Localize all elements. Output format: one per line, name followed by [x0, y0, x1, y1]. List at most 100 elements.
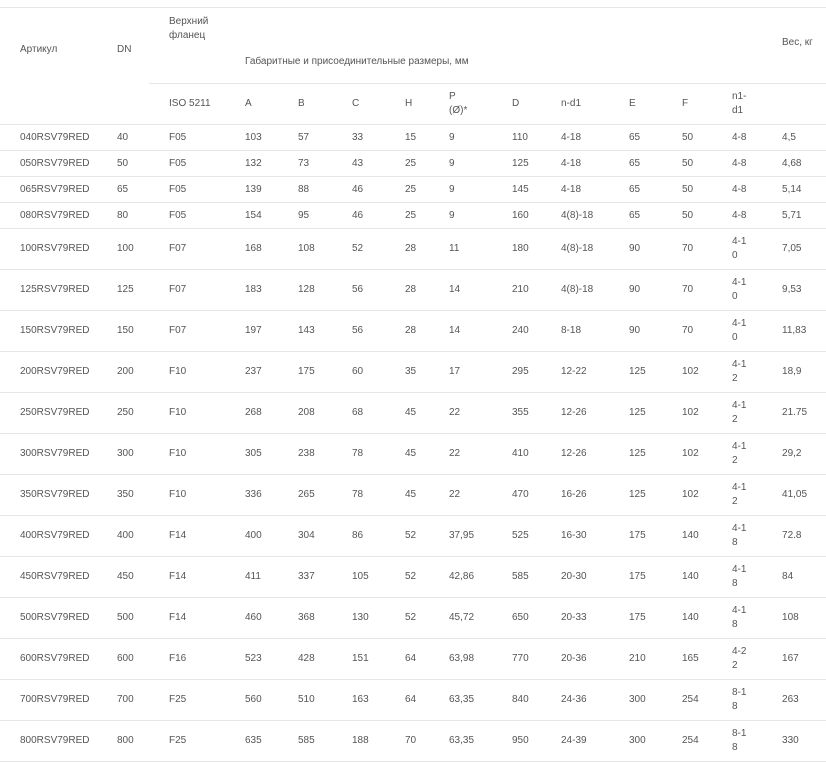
cell-nd1: 12-26	[541, 433, 609, 475]
cell-f: 140	[662, 597, 712, 639]
cell-d: 585	[492, 556, 541, 598]
cell-dn: 40	[97, 124, 149, 151]
cell-h: 35	[385, 351, 429, 393]
cell-e: 125	[609, 474, 662, 516]
table-row: 050RSV79RED 50 F05 132 73 43 25 9 125 4-18 65 50 4-8…	[0, 150, 826, 177]
cell-p: 63,98	[429, 638, 492, 680]
cell-nd1: 12-26	[541, 392, 609, 434]
cell-weight: 21.75	[762, 392, 826, 434]
cell-flange: F16	[149, 638, 225, 680]
cell-a: 268	[225, 392, 278, 434]
cell-p: 17	[429, 351, 492, 393]
cell-e: 125	[609, 433, 662, 475]
cell-f: 102	[662, 474, 712, 516]
cell-n1d1: 4-18	[712, 556, 763, 598]
cell-c: 60	[332, 351, 385, 393]
table-row: 250RSV79RED 250 F10 268 208 68 45 22 355 12-26 125…	[0, 392, 826, 434]
cell-h: 28	[385, 310, 429, 352]
cell-c: 46	[332, 202, 385, 229]
header-col-e: E	[609, 83, 662, 125]
cell-c: 151	[332, 638, 385, 680]
header-iso: ISO 5211	[149, 83, 225, 125]
cell-p: 37,95	[429, 515, 492, 557]
cell-h: 28	[385, 228, 429, 270]
cell-e: 65	[609, 150, 662, 177]
cell-article: 800RSV79RED	[0, 720, 97, 762]
cell-n1d1-value: 4-18	[732, 605, 747, 630]
cell-flange: F05	[149, 150, 225, 177]
cell-f: 102	[662, 433, 712, 475]
table-row: 400RSV79RED 400 F14 400 304 86 52 37,95 525 16-30…	[0, 515, 826, 557]
cell-weight: 108	[762, 597, 826, 639]
header-col-n1d1-label: n1-d1	[732, 91, 747, 116]
cell-a: 635	[225, 720, 278, 762]
table-header-row: Артикул DN Верхний фланец Габаритные и п…	[0, 7, 826, 125]
cell-n1d1: 4-10	[712, 310, 763, 352]
cell-f: 140	[662, 556, 712, 598]
cell-h: 64	[385, 638, 429, 680]
cell-p: 22	[429, 474, 492, 516]
cell-b: 208	[278, 392, 332, 434]
cell-flange: F10	[149, 392, 225, 434]
cell-a: 336	[225, 474, 278, 516]
cell-d: 180	[492, 228, 541, 270]
cell-p: 63,35	[429, 679, 492, 721]
cell-n1d1: 4-12	[712, 392, 763, 434]
cell-weight: 5,14	[762, 176, 826, 203]
cell-p: 9	[429, 202, 492, 229]
cell-a: 183	[225, 269, 278, 311]
cell-b: 337	[278, 556, 332, 598]
header-col-n1d1: n1-d1	[712, 83, 763, 125]
table-row: 450RSV79RED 450 F14 411 337 105 52 42,86 585 20-3…	[0, 556, 826, 598]
cell-n1d1: 4-8	[712, 150, 763, 177]
cell-weight: 72.8	[762, 515, 826, 557]
cell-a: 154	[225, 202, 278, 229]
cell-h: 70	[385, 720, 429, 762]
cell-article: 065RSV79RED	[0, 176, 97, 203]
cell-e: 175	[609, 515, 662, 557]
header-col-f: F	[662, 83, 712, 125]
cell-h: 45	[385, 474, 429, 516]
cell-d: 160	[492, 202, 541, 229]
table-row: 300RSV79RED 300 F10 305 238 78 45 22 410 12-26 125…	[0, 433, 826, 475]
cell-f: 102	[662, 351, 712, 393]
cell-h: 45	[385, 433, 429, 475]
cell-e: 65	[609, 124, 662, 151]
cell-p: 9	[429, 124, 492, 151]
cell-dn: 250	[97, 392, 149, 434]
cell-f: 50	[662, 202, 712, 229]
cell-weight: 7,05	[762, 228, 826, 270]
cell-c: 78	[332, 433, 385, 475]
header-dimensions: Габаритные и присоединительные размеры, …	[225, 7, 763, 84]
cell-n1d1-value: 4-22	[732, 646, 747, 671]
cell-h: 28	[385, 269, 429, 311]
cell-n1d1: 4-8	[712, 176, 763, 203]
cell-d: 355	[492, 392, 541, 434]
cell-e: 125	[609, 392, 662, 434]
cell-a: 139	[225, 176, 278, 203]
cell-a: 305	[225, 433, 278, 475]
cell-c: 86	[332, 515, 385, 557]
header-col-h: H	[385, 83, 429, 125]
cell-b: 265	[278, 474, 332, 516]
cell-nd1: 8-18	[541, 310, 609, 352]
table-body: 040RSV79RED 40 F05 103 57 33 15 9 110 4-18 65 50 4-8…	[0, 124, 826, 762]
cell-c: 130	[332, 597, 385, 639]
cell-c: 56	[332, 310, 385, 352]
cell-article: 200RSV79RED	[0, 351, 97, 393]
cell-f: 102	[662, 392, 712, 434]
header-top-flange: Верхний фланец	[149, 7, 225, 84]
table-row: 125RSV79RED 125 F07 183 128 56 28 14 210 4(8)-18 9…	[0, 269, 826, 311]
cell-f: 254	[662, 720, 712, 762]
cell-n1d1-value: 4-12	[732, 400, 747, 425]
cell-a: 460	[225, 597, 278, 639]
cell-n1d1-value: 4-12	[732, 359, 747, 384]
cell-dn: 125	[97, 269, 149, 311]
header-col-a: A	[225, 83, 278, 125]
cell-p: 22	[429, 433, 492, 475]
cell-flange: F05	[149, 124, 225, 151]
cell-flange: F07	[149, 228, 225, 270]
cell-n1d1-value: 4-10	[732, 236, 747, 261]
cell-article: 100RSV79RED	[0, 228, 97, 270]
cell-nd1: 4-18	[541, 176, 609, 203]
